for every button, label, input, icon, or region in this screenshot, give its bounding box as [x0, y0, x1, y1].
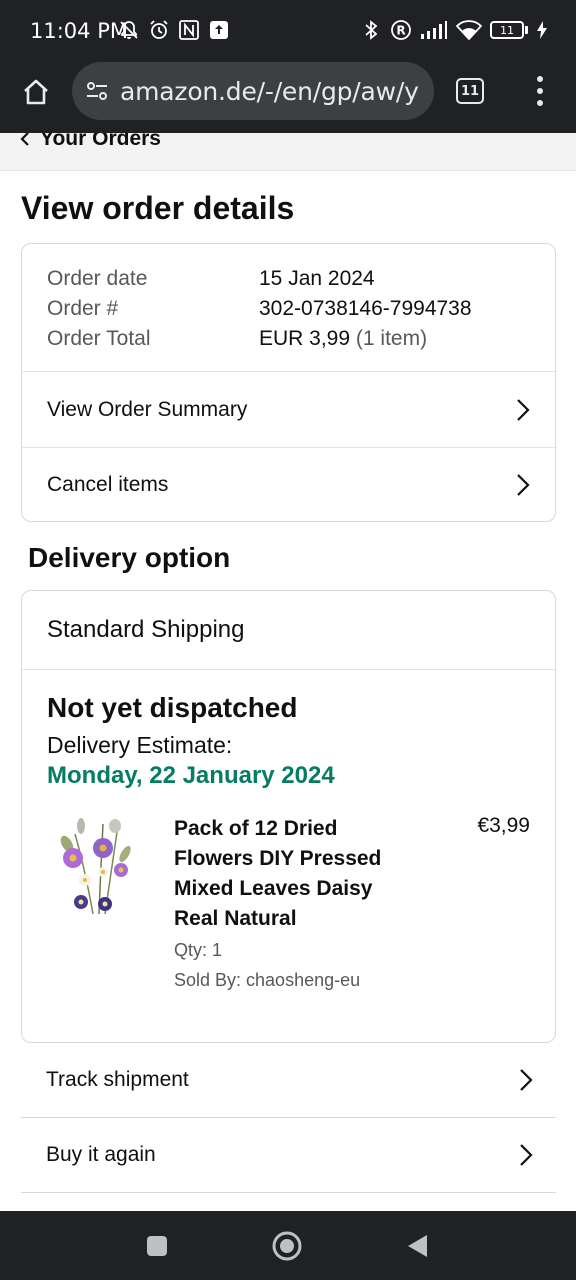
- home-button[interactable]: [18, 74, 54, 110]
- shipping-method: Standard Shipping: [22, 591, 555, 670]
- svg-text:R: R: [396, 24, 405, 38]
- registered-icon: R: [390, 18, 412, 42]
- view-order-summary-label: View Order Summary: [47, 397, 248, 421]
- order-total-row: Order Total EUR 3,99 (1 item): [47, 324, 530, 354]
- delivery-estimate-date: Monday, 22 January 2024: [47, 762, 335, 789]
- chevron-right-icon: [513, 398, 533, 422]
- shipment-actions: Track shipment Buy it again: [21, 1043, 556, 1193]
- charging-icon: [536, 18, 548, 42]
- mute-icon: [118, 18, 140, 42]
- recents-icon: [147, 1236, 167, 1256]
- track-shipment-link[interactable]: Track shipment: [21, 1043, 556, 1118]
- bluetooth-icon: [360, 18, 382, 42]
- url-text[interactable]: amazon.de/-/en/gp/aw/y: [120, 77, 426, 106]
- browser-toolbar: amazon.de/-/en/gp/aw/y 11: [0, 62, 576, 133]
- order-number-label: Order #: [47, 297, 119, 320]
- order-info: Order date 15 Jan 2024 Order # 302-07381…: [22, 244, 555, 372]
- status-icons-right: R 11: [360, 18, 548, 42]
- order-total-label: Order Total: [47, 327, 151, 350]
- alarm-icon: [148, 18, 170, 42]
- chevron-right-icon: [513, 473, 533, 497]
- order-total-value: EUR 3,99 (1 item): [259, 324, 427, 354]
- chevron-right-icon: [516, 1143, 536, 1167]
- order-date-value: 15 Jan 2024: [259, 267, 375, 290]
- delivery-section-title: Delivery option: [28, 542, 231, 573]
- signal-icon: [420, 18, 448, 42]
- buy-it-again-label: Buy it again: [46, 1143, 156, 1166]
- cancel-items-link[interactable]: Cancel items: [22, 447, 555, 522]
- order-info-card: Order date 15 Jan 2024 Order # 302-07381…: [21, 243, 556, 522]
- nfc-icon: [178, 18, 200, 42]
- status-time: 11:04 PM: [30, 19, 128, 43]
- battery-level: 11: [490, 21, 524, 39]
- recents-button[interactable]: [140, 1229, 174, 1263]
- breadcrumb-label[interactable]: Your Orders: [40, 133, 161, 151]
- chevron-left-icon: [20, 133, 29, 146]
- track-shipment-label: Track shipment: [46, 1068, 189, 1091]
- delivery-estimate-label: Delivery Estimate:: [47, 732, 233, 758]
- breadcrumb[interactable]: Your Orders: [0, 133, 576, 171]
- product-image[interactable]: [55, 814, 139, 922]
- product-seller: Sold By: chaosheng-eu: [174, 970, 361, 990]
- site-settings-icon[interactable]: [84, 78, 110, 104]
- address-bar[interactable]: amazon.de/-/en/gp/aw/y: [72, 62, 434, 120]
- status-bar: 11:04 PM R 11: [0, 0, 576, 62]
- system-navigation-bar: [0, 1211, 576, 1280]
- status-icons-left: [118, 18, 230, 42]
- dispatch-status: Not yet dispatched: [47, 692, 298, 723]
- browser-menu-icon[interactable]: [528, 76, 552, 106]
- home-nav-button[interactable]: [270, 1229, 304, 1263]
- view-order-summary-link[interactable]: View Order Summary: [22, 372, 555, 447]
- order-number-row: Order # 302-0738146-7994738: [47, 294, 530, 324]
- tab-switcher-button[interactable]: 11: [456, 78, 484, 104]
- back-triangle-icon: [408, 1235, 427, 1257]
- order-number-value: 302-0738146-7994738: [259, 297, 472, 320]
- order-item-count: (1 item): [355, 327, 428, 350]
- upload-icon: [208, 18, 230, 42]
- chevron-right-icon: [516, 1068, 536, 1092]
- back-button[interactable]: [400, 1229, 434, 1263]
- page-title: View order details: [21, 190, 295, 226]
- product-quantity: Qty: 1: [174, 940, 223, 960]
- product-item: Pack of 12 Dried Flowers DIY Pressed Mix…: [47, 814, 530, 1004]
- buy-it-again-link[interactable]: Buy it again: [21, 1118, 556, 1193]
- order-date-row: Order date 15 Jan 2024: [47, 264, 530, 294]
- home-circle-icon: [272, 1231, 302, 1261]
- battery-icon: 11: [490, 21, 528, 39]
- product-price: €3,99: [477, 814, 530, 837]
- home-icon: [24, 79, 48, 105]
- wifi-icon: [456, 18, 482, 42]
- order-total-amount: EUR 3,99: [259, 327, 351, 350]
- order-date-label: Order date: [47, 267, 148, 290]
- product-title[interactable]: Pack of 12 Dried Flowers DIY Pressed Mix…: [174, 814, 404, 934]
- shipment-details: Not yet dispatched Delivery Estimate: Mo…: [22, 670, 555, 1004]
- delivery-card: Standard Shipping Not yet dispatched Del…: [21, 590, 556, 1043]
- cancel-items-label: Cancel items: [47, 473, 169, 496]
